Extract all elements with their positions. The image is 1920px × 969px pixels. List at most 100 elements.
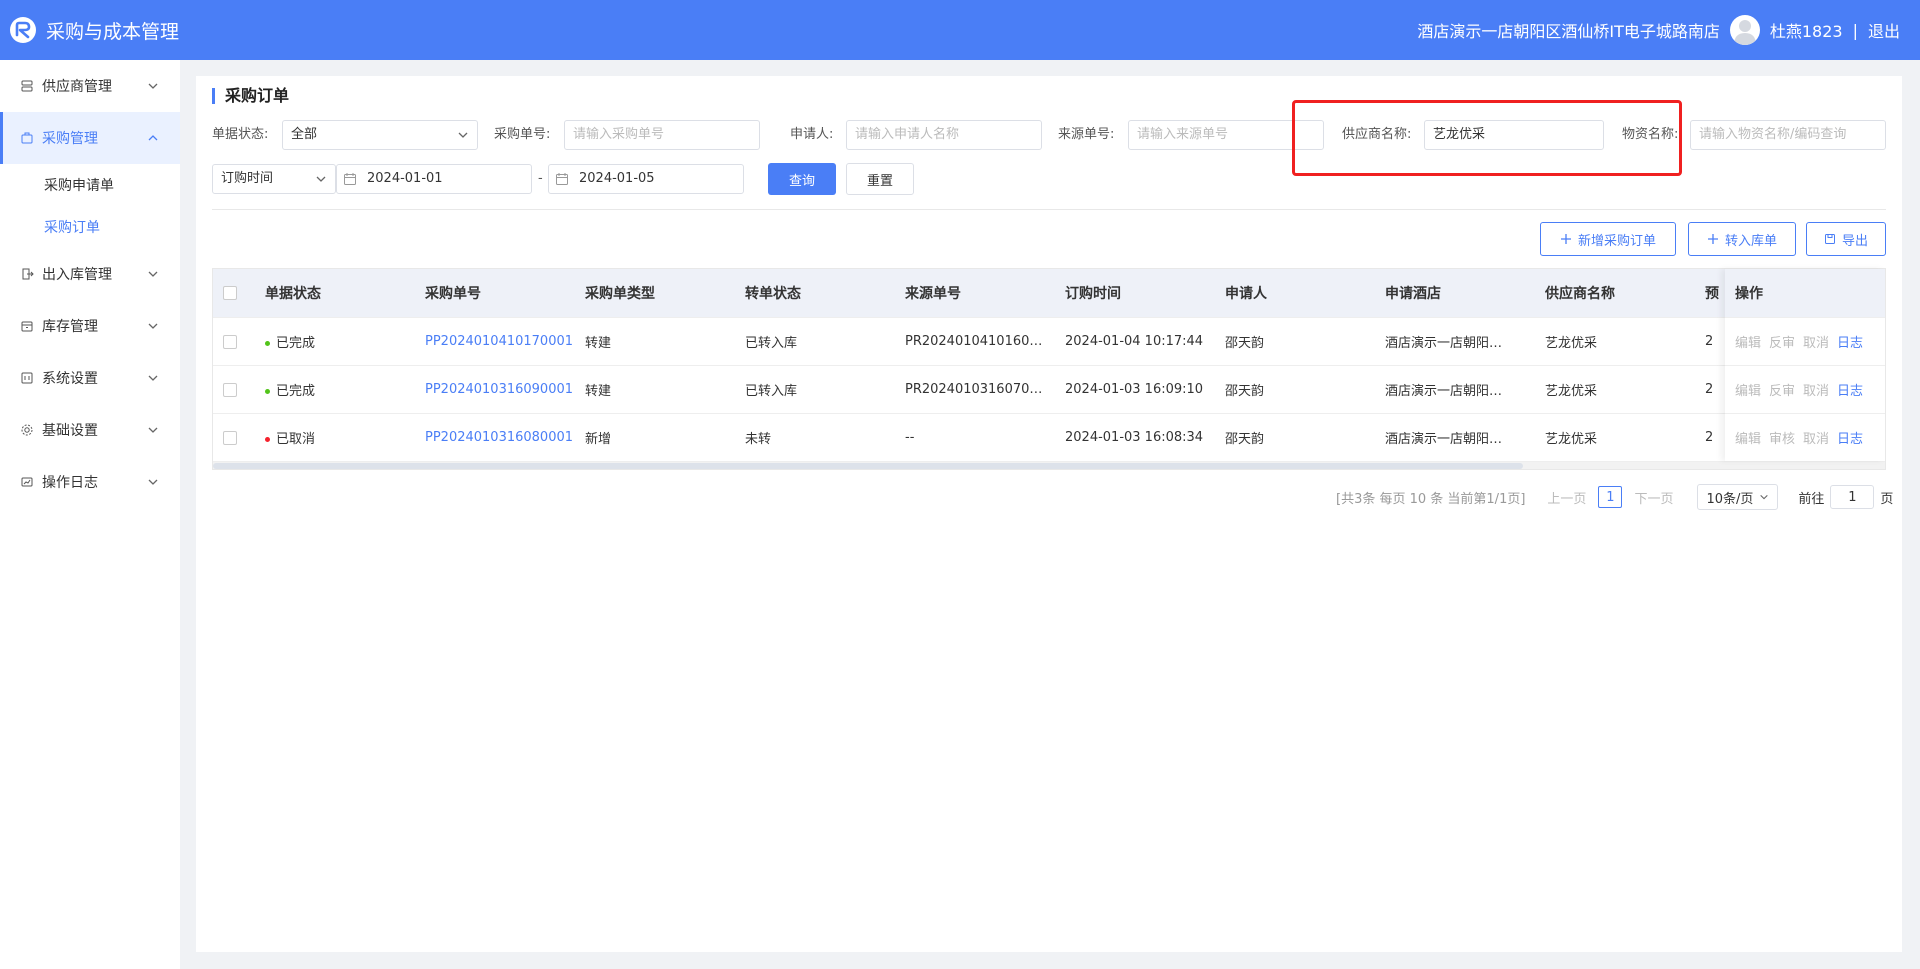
log-action[interactable]: 日志 <box>1837 380 1863 399</box>
sidebar-item-operation-log[interactable]: 操作日志 <box>0 456 180 508</box>
applicant-cell: 邵天韵 <box>1225 384 1265 399</box>
status-filter-label: 单据状态: <box>212 127 269 142</box>
sidebar-item-purchase-order[interactable]: 采购订单 <box>0 206 180 248</box>
transfer-status-cell: 已转入库 <box>745 384 798 399</box>
column-header: 申请酒店 <box>1385 286 1441 302</box>
po-number-link[interactable]: PP2024010316090001 <box>425 382 585 397</box>
sidebar-item-inventory[interactable]: 库存管理 <box>0 300 180 352</box>
chevron-down-icon <box>148 375 158 381</box>
reverse-review-action[interactable]: 反审 <box>1769 380 1795 399</box>
store-name[interactable]: 酒店演示一店朝阳区酒仙桥IT电子城路南店 <box>1417 18 1720 42</box>
operations-row: 编辑 审核 取消 日志 <box>1725 413 1885 461</box>
header-separator: | <box>1852 20 1858 40</box>
logout-link[interactable]: 退出 <box>1868 18 1900 42</box>
system-settings-icon <box>20 371 34 385</box>
table-row[interactable]: 已完成 PP2024010316090001 转建 已转入库 PR2024010… <box>213 365 1885 413</box>
supplier-cell: 艺龙优采 <box>1545 432 1598 447</box>
to-warehouse-button[interactable]: 转入库单 <box>1688 222 1796 256</box>
page-number-current[interactable]: 1 <box>1598 486 1623 508</box>
sidebar-item-supplier[interactable]: 供应商管理 <box>0 60 180 112</box>
supplier-filter-highlight <box>1292 100 1682 176</box>
prev-page-button[interactable]: 上一页 <box>1547 488 1586 507</box>
applicant-input[interactable]: 请输入申请人名称 <box>846 120 1042 150</box>
reverse-review-action[interactable]: 反审 <box>1769 332 1795 351</box>
edit-action[interactable]: 编辑 <box>1735 380 1761 399</box>
status-select[interactable]: 全部 <box>282 120 478 150</box>
main-panel: 采购订单 单据状态: 全部 采购单号: 请输入采购单号 申请人: 请输入申请人名… <box>196 76 1902 952</box>
add-purchase-order-button[interactable]: 新增采购订单 <box>1540 222 1676 256</box>
export-button[interactable]: 导出 <box>1806 222 1886 256</box>
sidebar: 供应商管理 采购管理 采购申请单 采购订单 出入库管理 库存管理 系统设置 基础… <box>0 60 180 969</box>
page-size-select[interactable]: 10条/页 <box>1697 484 1779 510</box>
row-checkbox[interactable] <box>223 382 237 397</box>
status-cell: 已完成 <box>265 380 425 399</box>
applicant-label: 申请人: <box>790 127 834 142</box>
row-checkbox[interactable] <box>223 334 237 349</box>
select-all-checkbox[interactable] <box>223 286 237 300</box>
avatar[interactable] <box>1729 15 1760 45</box>
column-header: 转单状态 <box>745 286 801 302</box>
status-text: 已完成 <box>276 336 316 351</box>
edit-action[interactable]: 编辑 <box>1735 332 1761 351</box>
status-cell: 已取消 <box>265 428 425 447</box>
po-number-link[interactable]: PP2024010410170001 <box>425 334 585 349</box>
log-icon <box>20 475 34 489</box>
sidebar-item-purchase[interactable]: 采购管理 <box>0 112 180 164</box>
sidebar-item-label: 采购管理 <box>42 131 98 147</box>
end-date-input[interactable]: 2024-01-05 <box>548 164 744 194</box>
supplier-cell: 艺龙优采 <box>1545 384 1598 399</box>
material-name-input[interactable]: 请输入物资名称/编码查询 <box>1690 120 1886 150</box>
chevron-down-icon <box>458 132 468 138</box>
page-size-value: 10条/页 <box>1706 491 1754 507</box>
column-header: 单据状态 <box>265 286 321 302</box>
supplier-cell: 艺龙优采 <box>1545 336 1598 351</box>
po-number-link[interactable]: PP2024010316080001 <box>425 430 585 445</box>
column-header: 操作 <box>1725 269 1885 317</box>
date-type-select[interactable]: 订购时间 <box>212 164 336 194</box>
cancel-action[interactable]: 取消 <box>1803 332 1829 351</box>
po-type-cell: 新增 <box>585 432 612 447</box>
cancel-action[interactable]: 取消 <box>1803 428 1829 447</box>
user-name[interactable]: 杜燕1823 <box>1770 18 1843 42</box>
operations-column: 操作 编辑 反审 取消 日志 编辑 反审 取消 日志 编辑 审核 取消 日志 <box>1725 269 1885 461</box>
review-action[interactable]: 审核 <box>1769 428 1795 447</box>
supplier-icon <box>20 79 34 93</box>
cancel-action[interactable]: 取消 <box>1803 380 1829 399</box>
status-dot <box>265 341 270 346</box>
reset-button[interactable]: 重置 <box>846 163 914 195</box>
column-header: 申请人 <box>1225 286 1267 302</box>
sidebar-item-purchase-request[interactable]: 采购申请单 <box>0 164 180 206</box>
to-warehouse-label: 转入库单 <box>1724 233 1777 249</box>
status-select-value: 全部 <box>291 127 318 142</box>
start-date-input[interactable]: 2024-01-01 <box>336 164 532 194</box>
log-action[interactable]: 日志 <box>1837 428 1863 447</box>
calendar-icon <box>556 173 568 185</box>
log-action[interactable]: 日志 <box>1837 332 1863 351</box>
edit-action[interactable]: 编辑 <box>1735 428 1761 447</box>
query-button[interactable]: 查询 <box>768 163 836 195</box>
status-dot <box>265 389 270 394</box>
order-time-cell: 2024-01-04 10:17:44 <box>1065 334 1204 349</box>
sidebar-item-system-settings[interactable]: 系统设置 <box>0 352 180 404</box>
user-avatar-icon <box>1733 20 1756 45</box>
date-range-separator: - <box>538 171 543 186</box>
horizontal-scrollbar[interactable] <box>213 461 1885 469</box>
sidebar-item-stock-inout[interactable]: 出入库管理 <box>0 248 180 300</box>
goto-label: 前往 <box>1798 491 1825 507</box>
sidebar-item-basic-settings[interactable]: 基础设置 <box>0 404 180 456</box>
row-checkbox[interactable] <box>223 430 237 445</box>
operations-row: 编辑 反审 取消 日志 <box>1725 365 1885 413</box>
table-row[interactable]: 已完成 PP2024010410170001 转建 已转入库 PR2024010… <box>213 317 1885 365</box>
next-page-button[interactable]: 下一页 <box>1634 488 1673 507</box>
chevron-down-icon <box>148 271 158 277</box>
table-row[interactable]: 已取消 PP2024010316080001 新增 未转 -- 2024-01-… <box>213 413 1885 461</box>
column-header: 订购时间 <box>1065 286 1121 302</box>
scrollbar-thumb[interactable] <box>213 463 1523 469</box>
chevron-down-icon <box>316 176 326 182</box>
pagination-summary: [共3条 每页 10 条 当前第1/1页] <box>1336 491 1526 507</box>
transfer-status-cell: 已转入库 <box>745 336 798 351</box>
chevron-down-icon <box>1760 494 1769 500</box>
goto-page-input[interactable]: 1 <box>1830 485 1875 509</box>
plus-icon <box>1560 234 1571 244</box>
po-number-input[interactable]: 请输入采购单号 <box>564 120 760 150</box>
